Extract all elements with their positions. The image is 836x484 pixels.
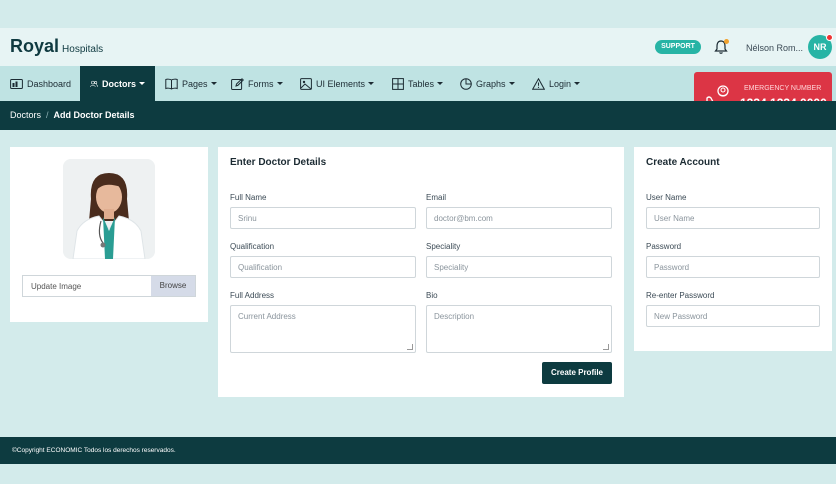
pie-chart-icon <box>460 77 472 90</box>
nav-label: UI Elements <box>316 78 366 89</box>
nav-item-dashboard[interactable]: Dashboard <box>10 66 71 101</box>
nav-item-forms[interactable]: Forms <box>231 66 283 101</box>
password-input[interactable]: Password <box>646 256 820 278</box>
breadcrumb-bar: Doctors / Add Doctor Details <box>0 101 836 130</box>
chevron-down-icon <box>139 82 145 85</box>
nav-label: Login <box>549 78 572 89</box>
nav-label: Tables <box>408 78 435 89</box>
image-upload-field[interactable]: Update Image Browse <box>22 275 196 297</box>
grid-icon <box>392 77 404 90</box>
nav-label: Doctors <box>101 78 136 89</box>
create-account-card: Create Account User Name User Name Passw… <box>634 147 832 351</box>
email-input[interactable]: doctor@bm.com <box>426 207 612 229</box>
qualification-label: Qualification <box>230 242 275 251</box>
repassword-input[interactable]: New Password <box>646 305 820 327</box>
password-label: Password <box>646 242 682 251</box>
nav-item-tables[interactable]: Tables <box>392 66 444 101</box>
email-label: Email <box>426 193 447 202</box>
nav-item-doctors[interactable]: Doctors <box>80 66 155 101</box>
upload-placeholder: Update Image <box>31 282 82 291</box>
chevron-down-icon <box>508 82 515 85</box>
chevron-down-icon <box>368 82 375 85</box>
brand-name: Royal <box>10 36 60 56</box>
breadcrumb-link-doctors[interactable]: Doctors <box>10 110 41 120</box>
browse-button[interactable]: Browse <box>151 276 195 296</box>
user-name[interactable]: Nélson Rom... <box>746 43 803 53</box>
brand-subtitle: Hospitals <box>62 44 104 55</box>
nav-item-graphs[interactable]: Graphs <box>460 66 515 101</box>
nav-label: Pages <box>182 78 208 89</box>
top-strip <box>0 0 836 28</box>
breadcrumb: Doctors / Add Doctor Details <box>10 110 135 120</box>
address-textarea[interactable]: Current Address <box>230 305 416 353</box>
username-label: User Name <box>646 193 687 202</box>
warning-icon <box>532 77 545 90</box>
username-input[interactable]: User Name <box>646 207 820 229</box>
details-card-title: Enter Doctor Details <box>230 157 327 168</box>
doctor-photo <box>63 159 155 259</box>
image-icon <box>300 77 312 90</box>
address-label: Full Address <box>230 291 275 300</box>
breadcrumb-separator: / <box>46 110 49 120</box>
profile-photo-card: Update Image Browse <box>10 147 208 322</box>
chevron-down-icon <box>276 82 283 85</box>
emergency-label: EMERGENCY NUMBER <box>744 85 822 92</box>
nav-item-login[interactable]: Login <box>532 66 581 101</box>
avatar-initials: NR <box>813 42 827 52</box>
create-profile-button[interactable]: Create Profile <box>542 362 612 384</box>
breadcrumb-current: Add Doctor Details <box>53 110 135 120</box>
book-icon <box>165 78 178 90</box>
chevron-down-icon <box>574 82 581 85</box>
full-name-input[interactable]: Srinu <box>230 207 416 229</box>
nav-label: Dashboard <box>27 78 72 89</box>
nav-item-ui-elements[interactable]: UI Elements <box>300 66 375 101</box>
notification-bell-icon[interactable] <box>713 39 729 55</box>
notification-dot <box>724 39 729 44</box>
nav-label: Graphs <box>476 78 506 89</box>
speciality-label: Speciality <box>426 242 461 251</box>
repassword-label: Re-enter Password <box>646 291 715 300</box>
users-icon <box>90 80 98 87</box>
chevron-down-icon <box>437 82 444 85</box>
bio-textarea[interactable]: Description <box>426 305 612 353</box>
qualification-input[interactable]: Qualification <box>230 256 416 278</box>
status-dot <box>826 34 833 41</box>
support-badge[interactable]: SUPPORT <box>655 40 701 54</box>
bio-label: Bio <box>426 291 438 300</box>
chevron-down-icon <box>210 82 217 85</box>
bottom-strip <box>0 464 836 484</box>
doctor-details-card: Enter Doctor Details Full Name Srinu Ema… <box>218 147 624 397</box>
edit-icon <box>231 77 244 90</box>
account-card-title: Create Account <box>646 157 720 168</box>
page-footer: ©Copyright ECONOMIC Todos los derechos r… <box>0 437 836 464</box>
speciality-input[interactable]: Speciality <box>426 256 612 278</box>
app-header: Royal Hospitals SUPPORT Nélson Rom... NR <box>0 28 836 66</box>
brand-logo[interactable]: Royal Hospitals <box>10 36 103 57</box>
avatar[interactable]: NR <box>808 34 833 59</box>
nav-label: Forms <box>248 78 274 89</box>
copyright-text: ©Copyright ECONOMIC Todos los derechos r… <box>12 447 176 454</box>
nav-item-pages[interactable]: Pages <box>165 66 217 101</box>
dashboard-icon <box>10 78 23 89</box>
full-name-label: Full Name <box>230 193 267 202</box>
